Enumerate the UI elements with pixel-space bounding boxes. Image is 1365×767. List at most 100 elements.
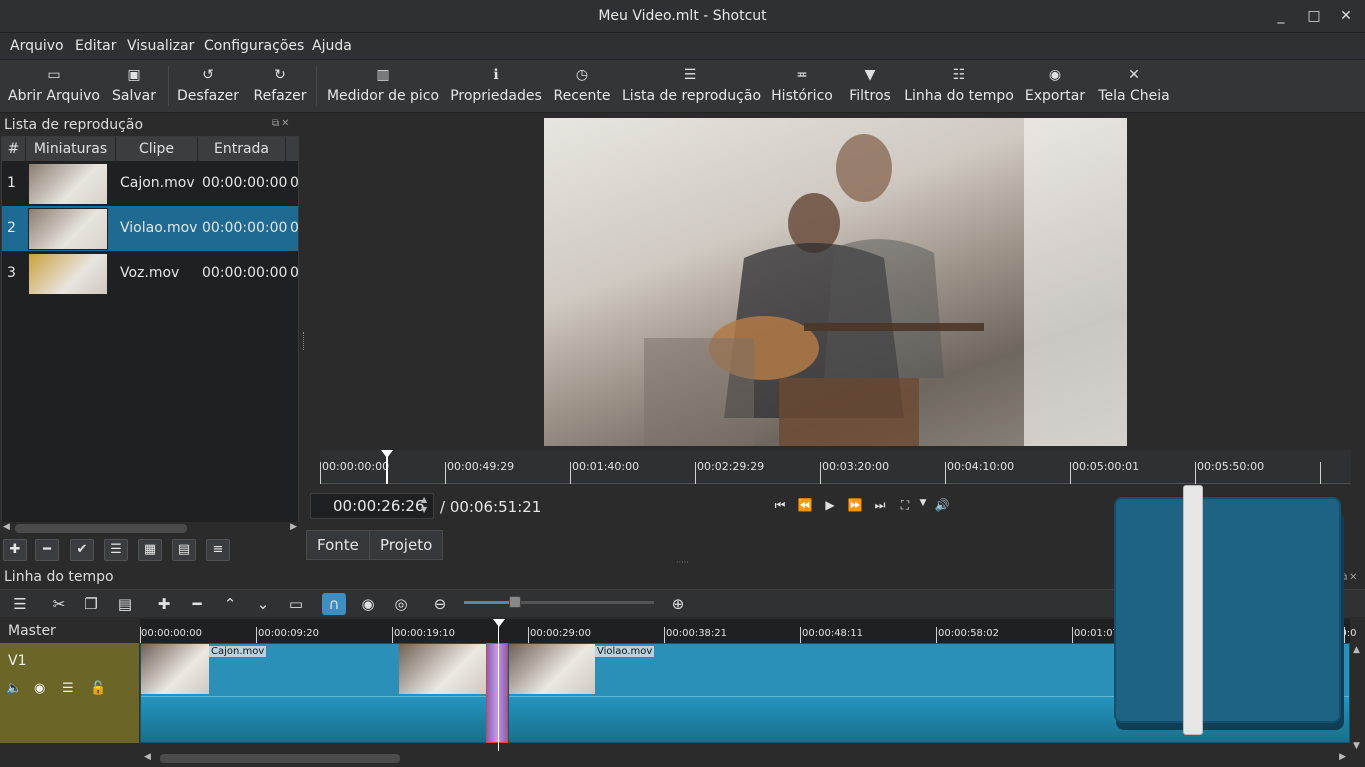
close-button[interactable]: ✕ xyxy=(1335,6,1357,26)
dock-float-close-icon[interactable]: ⧉✕ xyxy=(272,118,292,129)
playlist-menu-button[interactable]: ≡ xyxy=(206,539,230,561)
minimize-button[interactable]: _ xyxy=(1270,6,1292,26)
lock-icon[interactable]: 🔓 xyxy=(90,681,106,696)
mute-icon[interactable]: 🔈 xyxy=(6,681,22,696)
window-title: Meu Video.mlt - Shotcut xyxy=(598,8,767,24)
playlist-table[interactable]: # Miniaturas Clipe Entrada 1 Cajon.mov 0… xyxy=(1,136,299,531)
scroll-down-icon[interactable]: ▼ xyxy=(1353,741,1360,751)
playlist-horizontal-scrollbar[interactable]: ◀ ▶ xyxy=(1,522,299,536)
tab-source[interactable]: Fonte xyxy=(306,530,370,560)
timeline-vertical-scrollbar[interactable]: ▲ ▼ xyxy=(1350,643,1365,753)
timecode-spinbox[interactable]: 00:00:26:26 xyxy=(310,493,434,519)
peak-meter-label: Medidor de pico xyxy=(326,88,440,104)
spinbox-arrows-icon[interactable]: ▲ ▼ xyxy=(421,495,427,515)
zoom-slider-handle[interactable] xyxy=(509,596,521,608)
menu-editar[interactable]: Editar xyxy=(75,38,116,54)
scroll-left-icon[interactable]: ◀ xyxy=(144,752,151,762)
transition-clip[interactable] xyxy=(486,643,508,743)
timeline-button[interactable]: ☷ Linha do tempo xyxy=(904,60,1014,114)
scrub-icon[interactable]: ◉ xyxy=(356,593,380,615)
add-button[interactable]: ✚ xyxy=(3,539,27,561)
scroll-left-icon[interactable]: ◀ xyxy=(3,522,10,532)
timeline-playhead-handle[interactable] xyxy=(493,619,505,627)
paste-icon[interactable]: ▤ xyxy=(113,593,137,615)
append-icon[interactable]: ✚ xyxy=(152,593,176,615)
peak-meter-button[interactable]: ▥ Medidor de pico xyxy=(326,60,440,114)
playlist-button[interactable]: ☰ Lista de reprodução xyxy=(622,60,761,114)
column-header-thumbnails[interactable]: Miniaturas xyxy=(26,137,116,161)
open-file-label: Abrir Arquivo xyxy=(8,88,100,104)
zoom-out-icon[interactable]: ⊖ xyxy=(428,593,452,615)
update-button[interactable]: ✔ xyxy=(70,539,94,561)
copy-icon[interactable]: ❐ xyxy=(79,593,103,615)
tab-project[interactable]: Projeto xyxy=(369,530,444,560)
dropdown-arrow-icon[interactable]: ▼ xyxy=(913,498,933,516)
save-button[interactable]: ▣ Salvar xyxy=(110,60,158,114)
scroll-right-icon[interactable]: ▶ xyxy=(1339,752,1346,762)
skip-next-icon[interactable]: ⏭ xyxy=(870,498,890,516)
rewind-icon[interactable]: ⏪ xyxy=(795,498,815,516)
row-number: 1 xyxy=(7,175,16,191)
scrollbar-thumb[interactable] xyxy=(160,754,400,763)
lift-icon[interactable]: ⌃ xyxy=(218,593,242,615)
fast-forward-icon[interactable]: ⏩ xyxy=(845,498,865,516)
table-row[interactable]: 2 Violao.mov 00:00:00:00 0( xyxy=(2,206,298,251)
cut-icon[interactable]: ✂ xyxy=(47,593,71,615)
history-button[interactable]: ≖ Histórico xyxy=(768,60,836,114)
column-header-in[interactable]: Entrada xyxy=(198,137,286,161)
column-header-clip[interactable]: Clipe xyxy=(116,137,198,161)
recent-button[interactable]: ◷ Recente xyxy=(552,60,612,114)
redo-button[interactable]: ↻ Refazer xyxy=(252,60,308,114)
panel-splitter[interactable] xyxy=(303,332,305,350)
eye-icon[interactable]: ◉ xyxy=(34,681,45,696)
menu-ajuda[interactable]: Ajuda xyxy=(312,38,352,54)
split-icon[interactable]: ▭ xyxy=(284,593,308,615)
skip-previous-icon[interactable]: ⏮ xyxy=(770,498,790,516)
export-button[interactable]: ◉ Exportar xyxy=(1024,60,1086,114)
timeline-clip-cajon[interactable]: Cajon.mov xyxy=(140,643,487,743)
table-row[interactable]: 1 Cajon.mov 00:00:00:00 0( xyxy=(2,161,298,206)
overwrite-icon[interactable]: ⌄ xyxy=(251,593,275,615)
tiles-view-button[interactable]: ▦ xyxy=(138,539,162,561)
layers-icon[interactable]: ☰ xyxy=(62,681,74,696)
floating-overlay-panel[interactable] xyxy=(1114,497,1341,723)
fullscreen-label: Tela Cheia xyxy=(1098,88,1170,104)
save-label: Salvar xyxy=(112,88,156,104)
remove-icon[interactable]: ━ xyxy=(185,593,209,615)
undo-icon: ↺ xyxy=(202,67,214,83)
scroll-up-icon[interactable]: ▲ xyxy=(1353,645,1360,655)
timeline-tick-label: 00:01:07 xyxy=(1074,628,1119,639)
icons-view-button[interactable]: ▤ xyxy=(172,539,196,561)
clip-thumbnail xyxy=(509,644,595,694)
details-view-button[interactable]: ☰ xyxy=(104,539,128,561)
open-file-button[interactable]: ▭ Abrir Arquivo xyxy=(8,60,100,114)
scroll-right-icon[interactable]: ▶ xyxy=(290,522,297,532)
zoom-fit-icon[interactable]: ⛶ xyxy=(895,498,915,516)
remove-button[interactable]: ━ xyxy=(35,539,59,561)
volume-icon[interactable]: 🔊 xyxy=(932,498,952,516)
scrollbar-thumb[interactable] xyxy=(15,524,187,533)
table-row[interactable]: 3 Voz.mov 00:00:00:00 0( xyxy=(2,251,298,296)
track-header-v1[interactable]: V1 🔈 ◉ ☰ 🔓 xyxy=(0,643,140,743)
overlay-slider-bar[interactable] xyxy=(1183,485,1203,735)
save-icon: ▣ xyxy=(127,67,141,83)
menu-icon[interactable]: ☰ xyxy=(8,593,32,615)
timeline-horizontal-scrollbar[interactable]: ◀ ▶ xyxy=(140,751,1350,765)
menu-arquivo[interactable]: Arquivo xyxy=(10,38,64,54)
fullscreen-button[interactable]: ✕ Tela Cheia xyxy=(1096,60,1172,114)
snap-icon[interactable]: ∩ xyxy=(322,593,346,615)
filters-button[interactable]: ▼ Filtros xyxy=(846,60,894,114)
column-header-number[interactable]: # xyxy=(2,137,26,161)
menu-configuracoes[interactable]: Configurações xyxy=(204,38,304,54)
play-icon[interactable]: ▶ xyxy=(820,498,840,516)
zoom-in-icon[interactable]: ⊕ xyxy=(666,593,690,615)
ruler-tick-label: 00:03:20:00 xyxy=(822,460,890,473)
dock-splitter-handle[interactable]: ····· xyxy=(676,558,689,567)
properties-button[interactable]: ℹ Propriedades xyxy=(450,60,542,114)
undo-button[interactable]: ↺ Desfazer xyxy=(176,60,240,114)
ripple-icon[interactable]: ◎ xyxy=(389,593,413,615)
menu-visualizar[interactable]: Visualizar xyxy=(127,38,194,54)
video-preview[interactable] xyxy=(544,118,1127,446)
player-ruler[interactable]: 00:00:00:00 00:00:49:29 00:01:40:00 00:0… xyxy=(320,450,1351,484)
maximize-button[interactable]: □ xyxy=(1303,6,1325,26)
